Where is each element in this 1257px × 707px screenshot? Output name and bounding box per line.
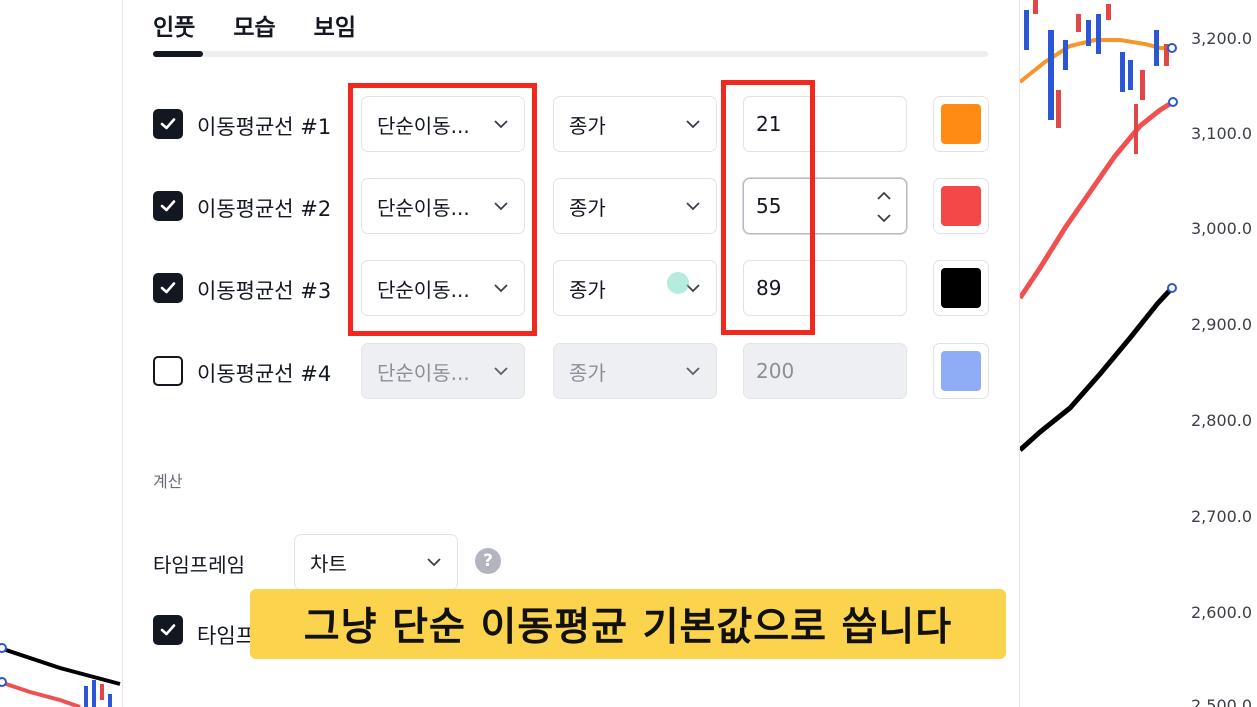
number-stepper-icon[interactable] <box>874 185 894 229</box>
highlight-box-length <box>721 80 815 335</box>
price-axis-label: 3,200.0 <box>1191 29 1253 48</box>
ma-55-line <box>1017 99 1175 300</box>
tab-bar: 인풋 모습 보임 <box>153 8 356 42</box>
price-axis-label: 2,500.0 <box>1191 696 1253 707</box>
ma-1-color-picker[interactable] <box>933 96 989 152</box>
candles-right <box>1024 0 1169 154</box>
price-axis-label: 2,800.0 <box>1191 411 1253 430</box>
ma-2-source-value: 종가 <box>569 195 606 220</box>
color-swatch <box>941 351 981 391</box>
ma-3-color-picker[interactable] <box>933 260 989 316</box>
left-ma-black <box>0 646 121 686</box>
ma-2-label: 이동평균선 #2 <box>197 197 332 221</box>
timeframe-gaps-checkbox[interactable] <box>153 615 183 645</box>
tab-inputs[interactable]: 인풋 <box>153 8 195 42</box>
left-ma-red <box>0 680 81 707</box>
tab-style[interactable]: 모습 <box>233 8 275 42</box>
ma-row-3: 이동평균선 #3 단순이동... 종가 89 <box>153 260 993 316</box>
ma-4-source-value: 종가 <box>569 360 606 385</box>
ma-1-checkbox[interactable] <box>153 109 183 139</box>
chevron-down-icon <box>686 120 700 129</box>
ma-4-type-select[interactable]: 단순이동... <box>361 343 525 399</box>
ma-2-color-picker[interactable] <box>933 178 989 234</box>
check-icon <box>160 624 176 636</box>
timeframe-select[interactable]: 차트 <box>294 534 458 590</box>
ma-4-label: 이동평균선 #4 <box>197 362 332 386</box>
ma-2-checkbox[interactable] <box>153 191 183 221</box>
tab-rail <box>153 51 988 57</box>
tab-visibility[interactable]: 보임 <box>314 8 356 42</box>
timeframe-value: 차트 <box>310 551 347 576</box>
price-axis-label: 2,900.0 <box>1191 315 1253 334</box>
ma-row-1: 이동평균선 #1 단순이동... 종가 21 <box>153 96 993 152</box>
price-axis-label: 2,600.0 <box>1191 603 1253 622</box>
cursor-indicator <box>667 272 689 294</box>
calc-section-title: 계산 <box>153 472 183 491</box>
video-subtitle: 그냥 단순 이동평균 기본값으로 씁니다 <box>250 589 1006 659</box>
ma-row-2: 이동평균선 #2 단순이동... 종가 55 <box>153 178 993 234</box>
timeframe-label: 타임프레임 <box>153 553 245 577</box>
ma-4-type-value: 단순이동... <box>377 360 470 385</box>
ma-4-color-picker[interactable] <box>933 343 989 399</box>
color-swatch <box>941 104 981 144</box>
ma-3-checkbox[interactable] <box>153 273 183 303</box>
price-axis-label: 3,000.0 <box>1191 219 1253 238</box>
chevron-down-icon <box>686 202 700 211</box>
color-swatch <box>941 186 981 226</box>
chevron-down-icon <box>686 367 700 376</box>
ma-1-source-select[interactable]: 종가 <box>553 96 717 152</box>
ma-row-4: 이동평균선 #4 단순이동... 종가 200 <box>153 343 993 399</box>
check-icon <box>160 282 176 294</box>
ma-1-label: 이동평균선 #1 <box>197 115 332 139</box>
ma-3-source-value: 종가 <box>569 277 606 302</box>
help-icon[interactable]: ? <box>475 548 501 574</box>
timeframe-gaps-label: 타임프 <box>197 624 255 648</box>
price-axis-label: 3,100.0 <box>1191 124 1253 143</box>
ma-4-source-select[interactable]: 종가 <box>553 343 717 399</box>
ma-89-line <box>1018 286 1174 452</box>
highlight-box-ma-type <box>348 83 537 336</box>
ma-2-source-select[interactable]: 종가 <box>553 178 717 234</box>
ma-3-label: 이동평균선 #3 <box>197 279 332 303</box>
chevron-down-icon <box>494 367 508 376</box>
ma-4-length-input[interactable]: 200 <box>743 343 907 399</box>
ma-1-source-value: 종가 <box>569 113 606 138</box>
chevron-down-icon <box>427 558 441 567</box>
price-axis-label: 2,700.0 <box>1191 507 1253 526</box>
check-icon <box>160 200 176 212</box>
tab-active-indicator <box>153 51 203 57</box>
ma-4-checkbox[interactable] <box>153 356 183 386</box>
color-swatch <box>941 268 981 308</box>
check-icon <box>160 118 176 130</box>
ma-3-source-select[interactable]: 종가 <box>553 260 717 316</box>
